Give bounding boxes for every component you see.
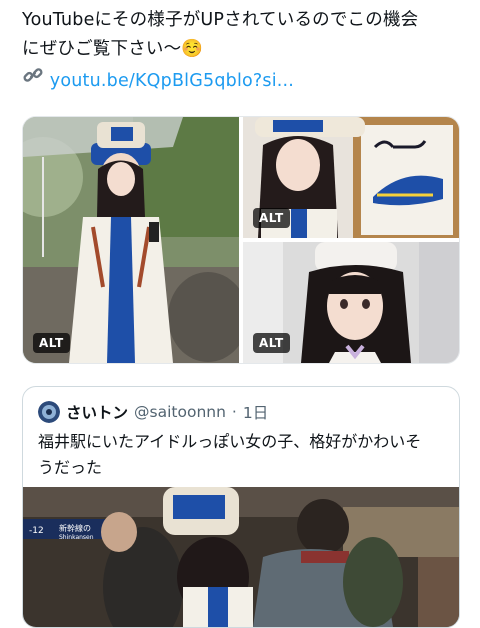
tweet-link[interactable]: youtu.be/KQpBlG5qblo?si... [22,64,462,96]
separator-dot: · [231,403,237,421]
quote-media-photo[interactable]: -12 新幹線の Shinkansen [23,487,459,627]
photo-outdoor-image [23,117,239,363]
alt-badge[interactable]: ALT [253,208,290,228]
alt-badge[interactable]: ALT [33,333,70,353]
sign-text: 新幹線の [59,523,91,533]
quote-author-handle[interactable]: @saitoonnn [134,403,226,421]
alt-badge[interactable]: ALT [253,333,290,353]
avatar-image [38,401,60,423]
quoted-tweet[interactable]: さいトン @saitoonnn · 1日 福井駅にいたアイドルっぽい女の子、格好… [22,386,460,628]
tweet-text-line: YouTubeにその様子がUPされているのでこの機会 [22,10,419,30]
quote-timestamp[interactable]: 1日 [243,401,268,423]
media-photo-closeup[interactable]: ALT [243,242,459,363]
media-photo-outdoor[interactable]: ALT [23,117,239,363]
station-photo-image: -12 新幹線の Shinkansen [23,487,459,627]
tweet-text: YouTubeにその様子がUPされているのでこの機会 にぜひご覧下さい〜☺️ y… [22,6,462,96]
link-icon [23,68,43,82]
sign-number: -12 [29,526,44,536]
tweet-text-line: にぜひご覧下さい〜☺️ [22,39,204,59]
quote-text-line: うだった [38,458,103,477]
link-text[interactable]: youtu.be/KQpBlG5qblo?si... [50,71,294,91]
media-photo-portrait[interactable]: ALT [243,117,459,238]
quote-text: 福井駅にいたアイドルっぽい女の子、格好がかわいそ うだった [38,429,448,481]
quote-text-line: 福井駅にいたアイドルっぽい女の子、格好がかわいそ [38,432,422,451]
sign-sub: Shinkansen [59,534,94,541]
avatar[interactable] [38,401,60,423]
quote-header: さいトン @saitoonnn · 1日 [38,401,268,423]
media-grid: ALT ALT ALT [22,116,460,364]
quote-author-name[interactable]: さいトン [66,401,128,423]
